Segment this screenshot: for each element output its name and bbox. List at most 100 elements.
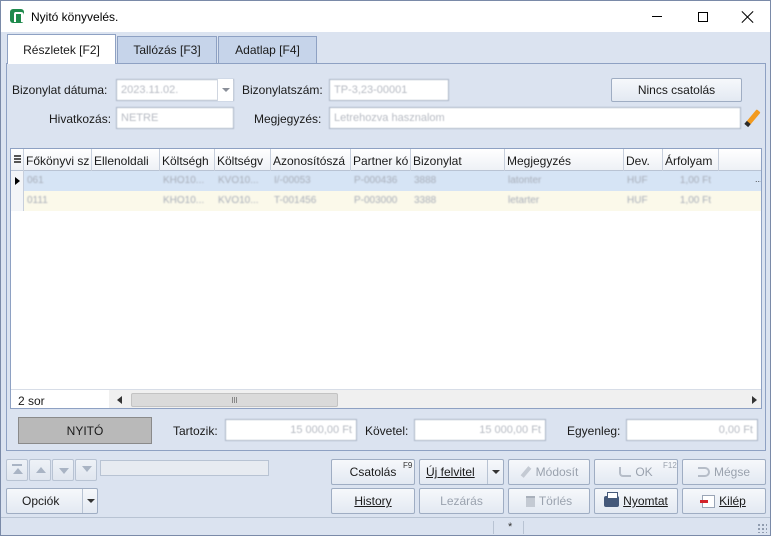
exit-icon	[700, 494, 716, 508]
minimize-button[interactable]	[634, 1, 680, 32]
options-button[interactable]: Opciók	[6, 488, 98, 514]
grid-header: Főkönyvi sz Ellenoldali Költségh Költség…	[11, 149, 761, 171]
new-entry-dropdown-icon[interactable]	[487, 460, 503, 484]
attachment-button[interactable]: Nincs csatolás	[611, 78, 742, 102]
document-number-field[interactable]: TP-3,23-00001	[329, 79, 449, 101]
cell-rate[interactable]: 1,00 Ft	[663, 171, 719, 191]
cell-note[interactable]: latonter	[505, 171, 624, 191]
cell-currency[interactable]: HUF	[624, 171, 663, 191]
cell-identifier[interactable]: T-001456	[271, 191, 351, 211]
reference-field[interactable]: NETRE	[116, 107, 234, 129]
date-dropdown-icon[interactable]	[217, 79, 233, 101]
maximize-button[interactable]	[680, 1, 726, 32]
cell-identifier[interactable]: I/-00053	[271, 171, 351, 191]
cell-note[interactable]: letarter	[505, 191, 624, 211]
close-button[interactable]	[725, 1, 770, 32]
more-columns-indicator: ...	[755, 174, 762, 184]
pencil-icon	[520, 466, 532, 478]
col-rate[interactable]: Árfolyam	[663, 149, 719, 171]
row-indicator	[11, 191, 24, 211]
edit-note-icon[interactable]	[742, 107, 764, 129]
col-cost-bearer[interactable]: Költségv	[215, 149, 271, 171]
col-partner-code[interactable]: Partner kó	[351, 149, 411, 171]
debit-label: Tartozik:	[173, 424, 218, 438]
note-field[interactable]: Letrehozva hasznalom	[329, 107, 741, 129]
tab-datasheet[interactable]: Adatlap [F4]	[218, 36, 317, 63]
status-separator	[493, 521, 494, 534]
cell-cost-center[interactable]: KHO10...	[160, 171, 215, 191]
modified-marker: *	[508, 521, 513, 533]
minimize-icon	[652, 16, 662, 17]
horizontal-scrollbar[interactable]	[109, 390, 761, 408]
new-entry-button[interactable]: Új felvitel	[419, 459, 504, 485]
modify-button[interactable]: Módosít	[508, 459, 590, 485]
exit-button[interactable]: Kilép	[682, 488, 766, 514]
scroll-right-icon[interactable]	[752, 396, 757, 404]
cell-contra-account[interactable]	[92, 191, 160, 211]
col-document[interactable]: Bizonylat	[411, 149, 505, 171]
cell-document[interactable]: 3888	[411, 171, 505, 191]
cell-ledger-account[interactable]: 061	[24, 171, 92, 191]
cell-cost-bearer[interactable]: KVO10...	[215, 191, 271, 211]
cell-ledger-account[interactable]: 0111	[24, 191, 92, 211]
col-currency[interactable]: Dev.	[624, 149, 663, 171]
cell-cost-center[interactable]: KHO10...	[160, 191, 215, 211]
print-label: Nyomtat	[623, 494, 668, 508]
title-bar: Nyitó könyvelés.	[1, 1, 770, 32]
cell-partner-code[interactable]: P-000436	[351, 171, 411, 191]
table-row[interactable]: 061 KHO10... KVO10... I/-00053 P-000436 …	[11, 171, 762, 191]
resize-grip-icon[interactable]	[757, 523, 767, 533]
scroll-left-icon[interactable]	[117, 396, 122, 404]
balance-label: Egyenleg:	[567, 424, 621, 438]
column-chooser-icon[interactable]	[11, 149, 24, 171]
cell-cost-bearer[interactable]: KVO10...	[215, 171, 271, 191]
down-arrow-icon	[59, 468, 69, 474]
main-window: Nyitó könyvelés. Részletek [F2] Tallózás…	[0, 0, 771, 536]
current-row-indicator-icon	[11, 171, 24, 191]
grip-icon	[232, 397, 237, 403]
entries-grid: Főkönyvi sz Ellenoldali Költségh Költség…	[10, 148, 762, 409]
previous-record-button[interactable]	[29, 459, 51, 481]
note-label: Megjegyzés:	[254, 112, 322, 126]
cancel-button[interactable]: Mégse	[682, 459, 766, 485]
cell-contra-account[interactable]	[92, 171, 160, 191]
app-logo-icon	[10, 9, 24, 23]
tab-details[interactable]: Részletek [F2]	[7, 34, 116, 64]
cell-currency[interactable]: HUF	[624, 191, 663, 211]
last-icon	[82, 466, 92, 472]
table-row[interactable]: 0111 KHO10... KVO10... T-001456 P-003000…	[11, 191, 761, 211]
document-date-label: Bizonylat dátuma:	[12, 83, 108, 97]
print-button[interactable]: Nyomtat	[594, 488, 678, 514]
tab-browse[interactable]: Tallózás [F3]	[117, 36, 217, 63]
col-cost-center[interactable]: Költségh	[160, 149, 215, 171]
cell-partner-code[interactable]: P-003000	[351, 191, 411, 211]
ok-shortcut: F12	[663, 461, 677, 470]
entry-type-badge: NYITÓ	[18, 417, 152, 444]
undo-icon	[697, 467, 710, 477]
maximize-icon	[698, 11, 708, 22]
status-bar: *	[1, 517, 770, 535]
col-note[interactable]: Megjegyzés	[505, 149, 624, 171]
next-record-button[interactable]	[52, 459, 74, 481]
col-ledger-account[interactable]: Főkönyvi sz	[24, 149, 92, 171]
trash-icon	[525, 495, 535, 507]
history-button[interactable]: History	[331, 488, 415, 514]
cell-document[interactable]: 3388	[411, 191, 505, 211]
balance-field: 0,00 Ft	[626, 419, 758, 441]
col-contra-account[interactable]: Ellenoldali	[92, 149, 160, 171]
printer-icon	[604, 491, 620, 507]
debit-total-field: 15 000,00 Ft	[225, 419, 357, 441]
ok-label: OK	[635, 465, 653, 479]
last-record-button[interactable]	[75, 459, 97, 481]
options-dropdown-icon[interactable]	[82, 489, 98, 513]
row-count: 2 sor	[18, 394, 45, 408]
col-identifier[interactable]: Azonosítószá	[271, 149, 351, 171]
attach-label: Csatolás	[349, 465, 397, 479]
delete-button[interactable]: Törlés	[508, 488, 590, 514]
cell-rate[interactable]: 1,00 Ft	[663, 191, 719, 211]
scrollbar-thumb[interactable]	[131, 393, 338, 407]
first-icon	[12, 464, 22, 466]
first-record-button[interactable]	[6, 459, 28, 481]
close-period-button[interactable]: Lezárás	[419, 488, 504, 514]
up-arrow-icon	[36, 467, 46, 473]
